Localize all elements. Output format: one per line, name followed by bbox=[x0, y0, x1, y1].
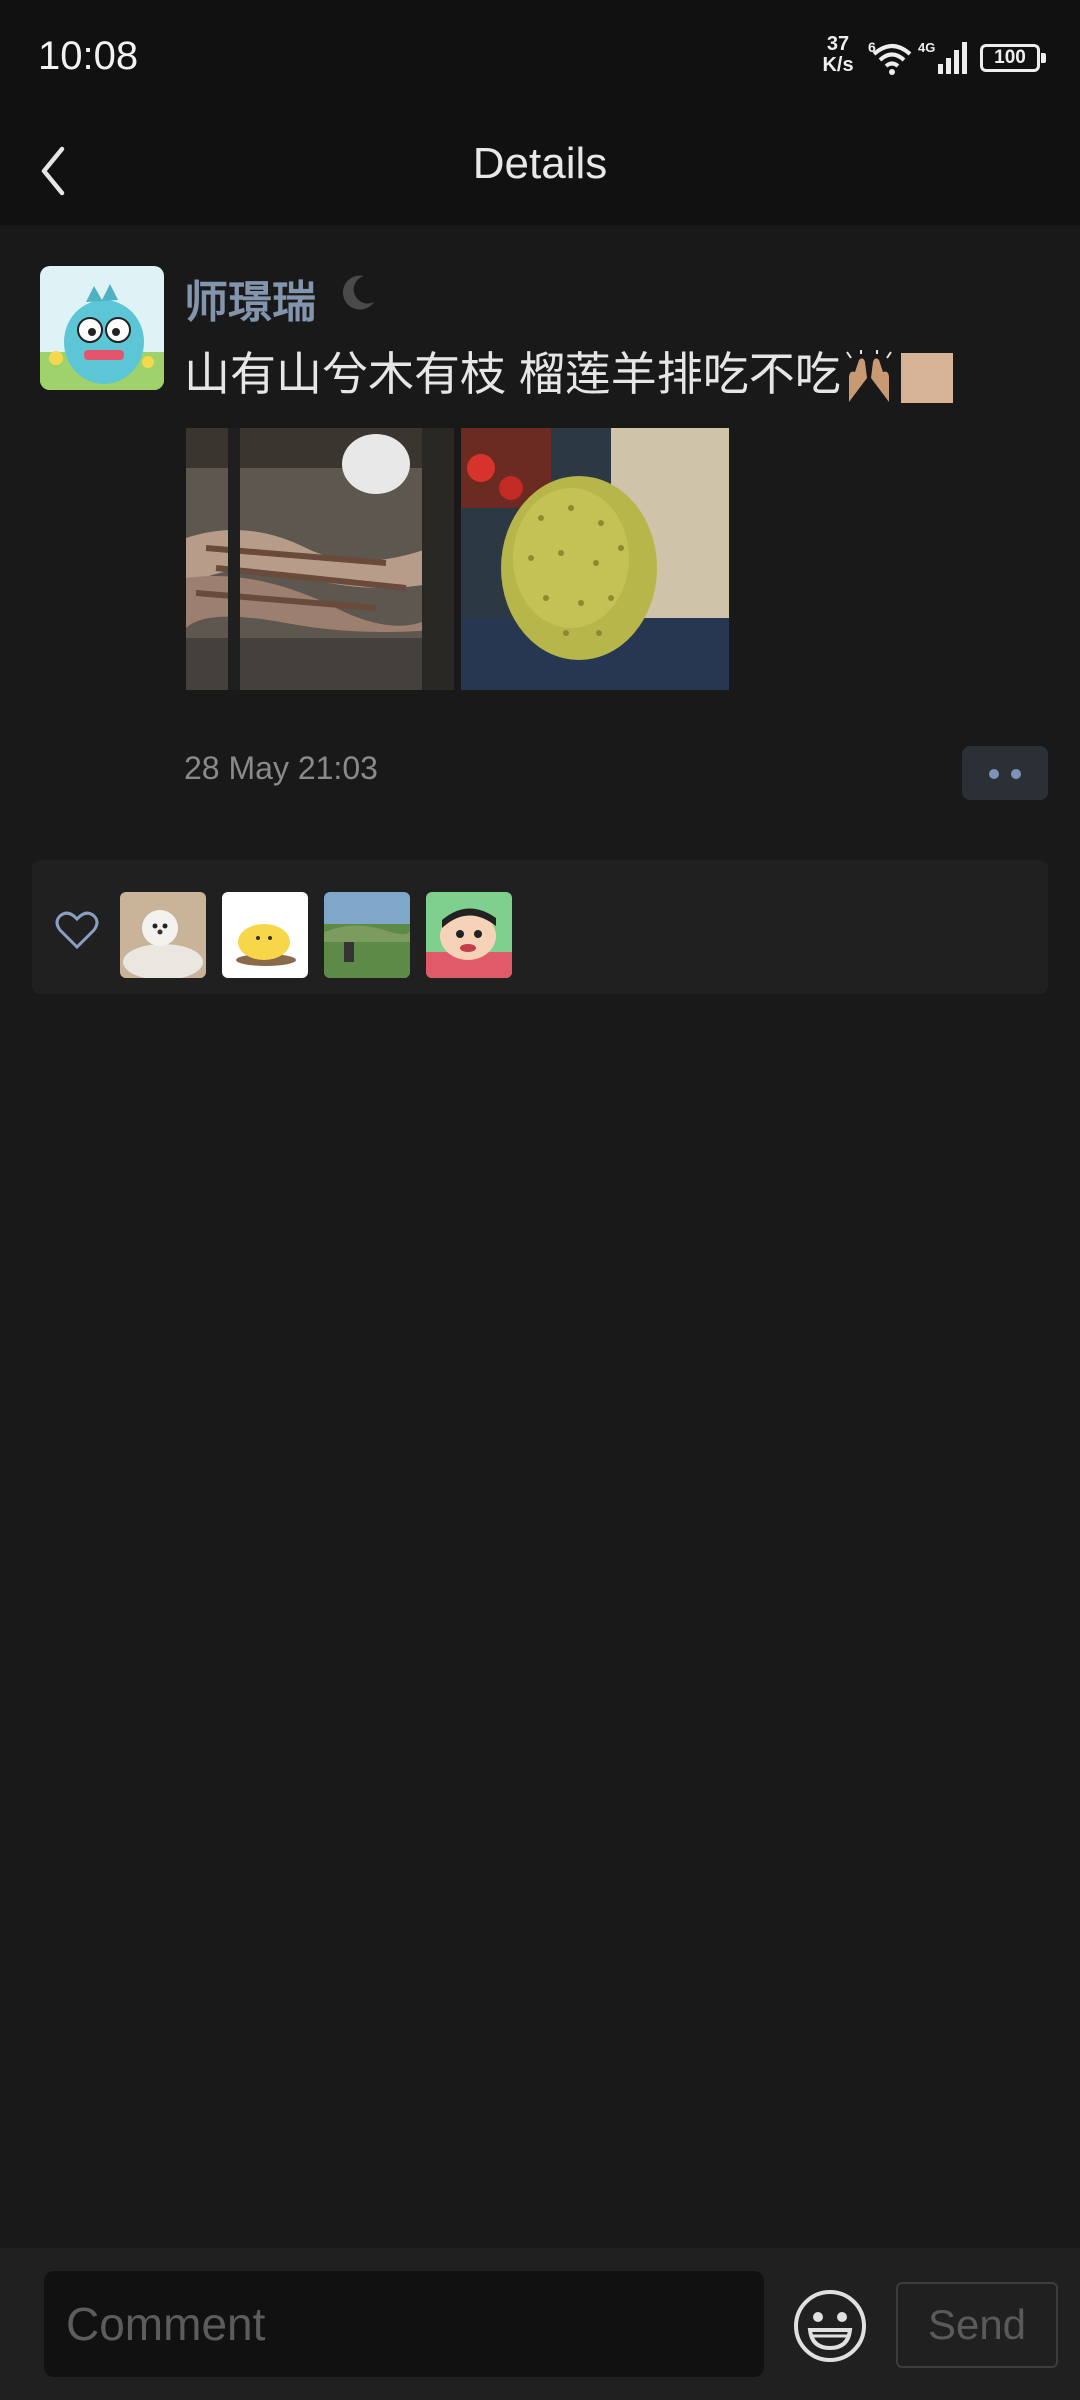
send-button[interactable]: Send bbox=[896, 2282, 1058, 2368]
dog-avatar-icon bbox=[120, 892, 206, 978]
skin-tone-modifier-icon bbox=[900, 352, 953, 403]
post-timestamp: 28 May 21:03 bbox=[184, 750, 378, 786]
header-bar: Details bbox=[0, 115, 1080, 225]
page-title: Details bbox=[472, 139, 608, 188]
wifi-badge: 6 bbox=[868, 40, 876, 55]
moon-icon bbox=[342, 275, 374, 310]
post-image-1[interactable] bbox=[186, 428, 454, 690]
dot-icon bbox=[989, 769, 999, 779]
battery-indicator: 100 bbox=[980, 44, 1046, 72]
cartoon-boy-avatar-icon bbox=[426, 892, 512, 978]
status-bar: 10:08 37 K/s 6 4G 100 bbox=[0, 0, 1080, 115]
status-time: 10:08 bbox=[38, 34, 139, 78]
raising-hands-emoji-icon bbox=[845, 349, 892, 402]
post-text-content: 山有山兮木有枝 榴莲羊排吃不吃 bbox=[184, 348, 841, 400]
comment-bar: Send bbox=[0, 2248, 1080, 2400]
likes-panel bbox=[32, 860, 1048, 994]
liker-avatar[interactable] bbox=[222, 892, 308, 978]
avatar[interactable] bbox=[40, 266, 164, 390]
comment-input[interactable] bbox=[44, 2271, 764, 2377]
dot-icon bbox=[1011, 769, 1021, 779]
post-image-2[interactable] bbox=[461, 428, 729, 690]
post-text: 山有山兮木有枝 榴莲羊排吃不吃 bbox=[184, 338, 953, 406]
durian-on-scale-photo-icon bbox=[461, 428, 729, 690]
network-speed-unit: K/s bbox=[822, 54, 854, 76]
post-options-button[interactable] bbox=[962, 746, 1048, 800]
network-speed: 37 K/s bbox=[818, 34, 858, 76]
cartoon-fish-avatar-icon bbox=[40, 266, 164, 390]
network-type: 4G bbox=[918, 40, 935, 55]
wifi-icon: 6 bbox=[868, 40, 912, 75]
network-speed-value: 37 bbox=[826, 33, 850, 55]
emoji-button[interactable] bbox=[792, 2288, 868, 2364]
liker-avatar[interactable] bbox=[120, 892, 206, 978]
liker-avatar[interactable] bbox=[426, 892, 512, 978]
battery-level: 100 bbox=[994, 47, 1026, 68]
heart-icon bbox=[55, 911, 99, 950]
smiley-face-icon bbox=[794, 2290, 866, 2362]
yellow-chick-avatar-icon bbox=[222, 892, 308, 978]
landscape-avatar-icon bbox=[324, 892, 410, 978]
post-username[interactable]: 师璟瑞 bbox=[184, 266, 316, 330]
grilled-lamb-chops-photo-icon bbox=[186, 428, 454, 690]
liker-avatar[interactable] bbox=[324, 892, 410, 978]
signal-icon: 4G bbox=[918, 40, 967, 74]
